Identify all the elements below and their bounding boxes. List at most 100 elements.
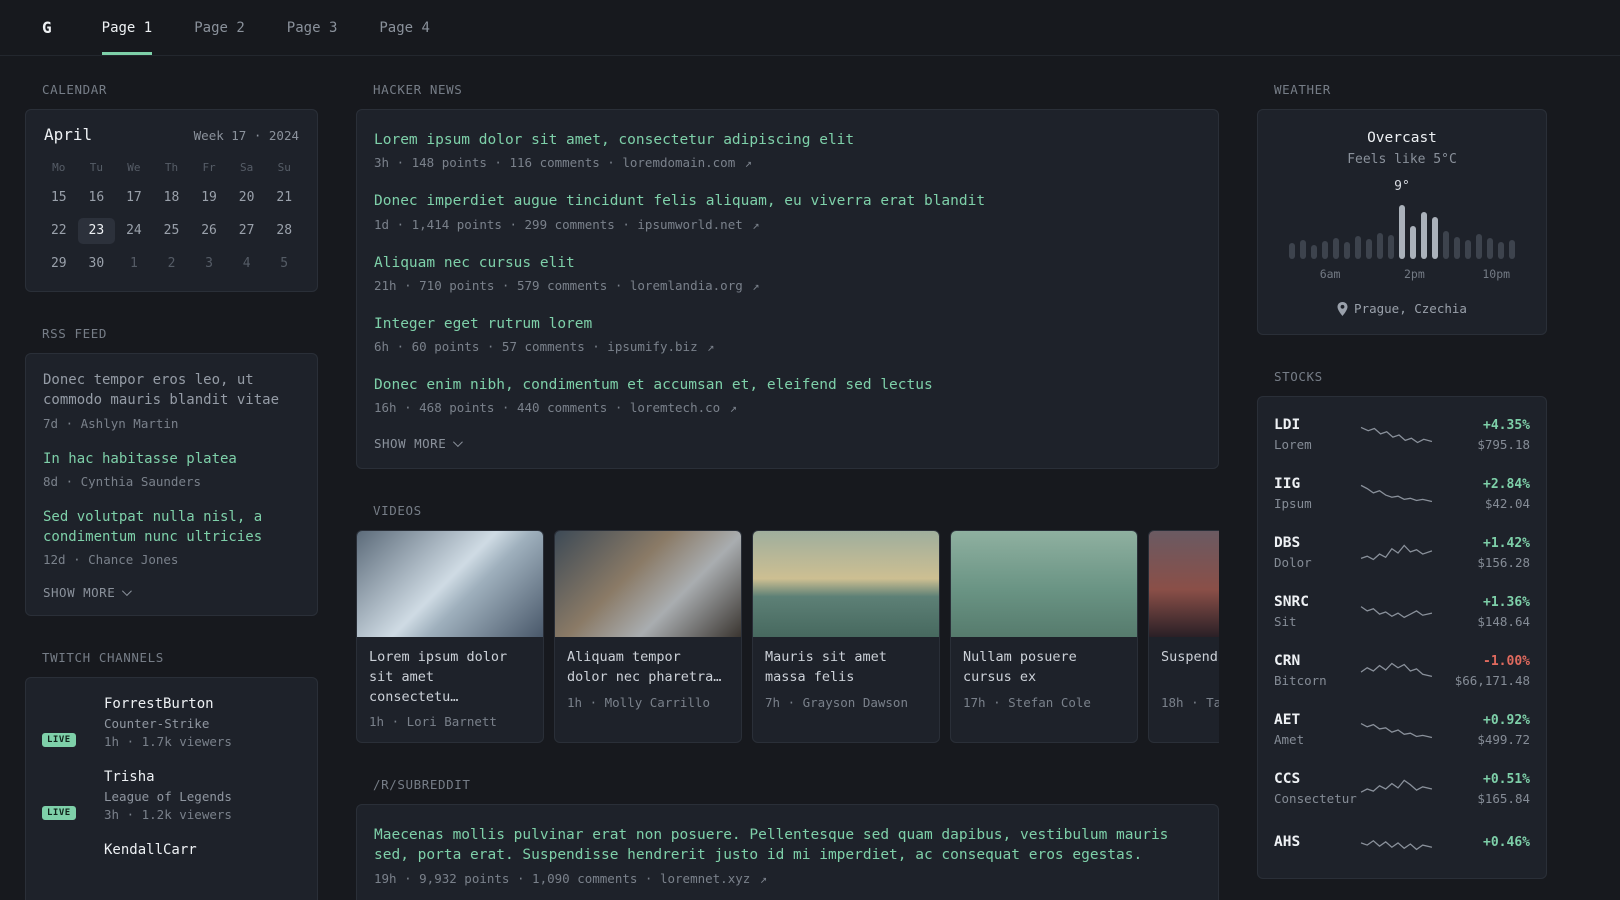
weather-bar bbox=[1333, 238, 1339, 259]
video-title: Mauris sit amet massa felis bbox=[765, 649, 887, 686]
avatar-wrap bbox=[43, 842, 89, 888]
weather-bar bbox=[1399, 205, 1405, 259]
calendar-day[interactable]: 17 bbox=[115, 185, 153, 211]
hn-show-more-button[interactable]: SHOW MORE bbox=[374, 436, 464, 452]
hn-item[interactable]: Lorem ipsum dolor sit amet, consectetur … bbox=[374, 130, 1201, 170]
videos-section-title: VIDEOS bbox=[373, 503, 422, 519]
twitch-channel[interactable]: KendallCarr bbox=[43, 842, 300, 888]
app-logo[interactable]: G bbox=[42, 0, 52, 55]
channel-name: ForrestBurton bbox=[104, 696, 214, 713]
weather-axis-label: 2pm bbox=[1404, 267, 1425, 281]
videos-row: Lorem ipsum dolor sit amet consectetu… 1… bbox=[356, 530, 1219, 744]
twitch-channel[interactable]: LIVE ForrestBurton Counter-Strike 1h · 1… bbox=[40, 696, 300, 750]
right-column: WEATHER Overcast Feels like 5°C 9° 6am 2… bbox=[1257, 82, 1547, 900]
calendar-day[interactable]: 22 bbox=[40, 218, 78, 244]
video-card[interactable]: Mauris sit amet massa felis 7h · Grayson… bbox=[752, 530, 940, 744]
calendar-day[interactable]: 1 bbox=[115, 251, 153, 277]
weather-bar bbox=[1509, 240, 1515, 259]
twitch-channel[interactable]: LIVE Trisha League of Legends 3h · 1.2k … bbox=[40, 769, 300, 823]
stock-sparkline bbox=[1360, 605, 1433, 618]
stock-name: Consectetur bbox=[1274, 791, 1357, 806]
calendar-day[interactable]: 19 bbox=[190, 185, 228, 211]
tab-page-1[interactable]: Page 1 bbox=[101, 0, 153, 55]
calendar-day[interactable]: 5 bbox=[265, 251, 303, 277]
stock-ticker: AHS bbox=[1274, 834, 1301, 850]
calendar-weekday: Su bbox=[277, 161, 291, 174]
stock-row[interactable]: LDI Lorem +4.35% $795.18 bbox=[1274, 405, 1530, 464]
calendar-day[interactable]: 18 bbox=[153, 185, 191, 211]
tab-page-2[interactable]: Page 2 bbox=[194, 0, 245, 55]
weather-axis: 6am 2pm 10pm bbox=[1278, 267, 1526, 283]
stock-change: -1.00% bbox=[1483, 653, 1530, 669]
stock-row[interactable]: AET Amet +0.92% $499.72 bbox=[1274, 700, 1530, 759]
video-card[interactable]: Aliquam tempor dolor nec pharetra… 1h · … bbox=[554, 530, 742, 744]
hackernews-section-title: HACKER NEWS bbox=[373, 82, 463, 97]
video-card[interactable]: Lorem ipsum dolor sit amet consectetu… 1… bbox=[356, 530, 544, 744]
calendar-day[interactable]: 27 bbox=[228, 218, 266, 244]
page-tabs: Page 1 Page 2 Page 3 Page 4 bbox=[101, 0, 430, 55]
stock-sparkline bbox=[1360, 722, 1433, 738]
calendar-day[interactable]: 29 bbox=[40, 251, 78, 277]
hn-item[interactable]: Donec imperdiet augue tincidunt felis al… bbox=[374, 191, 1201, 231]
calendar-day[interactable]: 25 bbox=[153, 218, 191, 244]
calendar-day[interactable]: 15 bbox=[40, 185, 78, 211]
calendar-day[interactable]: 21 bbox=[265, 185, 303, 211]
subreddit-post[interactable]: Maecenas mollis pulvinar erat non posuer… bbox=[374, 825, 1201, 886]
stock-row[interactable]: CCS Consectetur +0.51% $165.84 bbox=[1274, 759, 1530, 818]
calendar-day[interactable]: 23 bbox=[77, 218, 116, 244]
calendar-day[interactable]: 3 bbox=[190, 251, 228, 277]
rss-show-more-label: SHOW MORE bbox=[43, 585, 116, 601]
calendar-day[interactable]: 16 bbox=[78, 185, 116, 211]
calendar-day[interactable]: 26 bbox=[190, 218, 228, 244]
stock-ticker: SNRC bbox=[1274, 594, 1309, 610]
stock-row[interactable]: SNRC Sit +1.36% $148.64 bbox=[1274, 582, 1530, 641]
calendar-header: April Week 17 · 2024 bbox=[40, 125, 303, 144]
calendar-day[interactable]: 28 bbox=[265, 218, 303, 244]
rss-show-more-button[interactable]: SHOW MORE bbox=[43, 585, 133, 601]
hn-item[interactable]: Integer eget rutrum lorem 6h · 60 points… bbox=[374, 314, 1201, 354]
video-title: Nullam posuere cursus ex bbox=[963, 649, 1077, 686]
hackernews-widget: HACKER NEWS Lorem ipsum dolor sit amet, … bbox=[356, 82, 1219, 470]
tab-page-4[interactable]: Page 4 bbox=[379, 0, 430, 55]
channel-game: Counter-Strike bbox=[104, 716, 210, 732]
stock-change: +0.46% bbox=[1483, 834, 1530, 850]
calendar-day[interactable]: 24 bbox=[115, 218, 153, 244]
weather-bar bbox=[1344, 242, 1350, 259]
hn-item-meta: 21h · 710 points · 579 comments · loreml… bbox=[374, 277, 760, 293]
stock-row[interactable]: DBS Dolor +1.42% $156.28 bbox=[1274, 523, 1530, 582]
left-column: CALENDAR April Week 17 · 2024 Mo Tu We Th Fr… bbox=[25, 82, 318, 900]
hn-item[interactable]: Donec enim nibh, condimentum et accumsan… bbox=[374, 375, 1201, 415]
video-card[interactable]: Suspendisse diam 18h · Tara bbox=[1148, 530, 1219, 744]
stock-row[interactable]: IIG Ipsum +2.84% $42.04 bbox=[1274, 464, 1530, 523]
calendar-day[interactable]: 4 bbox=[228, 251, 266, 277]
subreddit-widget: /R/SUBREDDIT Maecenas mollis pulvinar er… bbox=[356, 777, 1219, 900]
video-meta: 1h · Molly Carrillo bbox=[567, 695, 710, 711]
twitch-widget: TWITCH CHANNELS LIVE ForrestBurton Count… bbox=[25, 650, 318, 900]
stock-row[interactable]: AHS +0.46% bbox=[1274, 818, 1530, 870]
subreddit-card: Maecenas mollis pulvinar erat non posuer… bbox=[356, 804, 1219, 900]
stock-price: $148.64 bbox=[1477, 613, 1530, 629]
stock-change: +2.84% bbox=[1483, 476, 1530, 492]
stock-change: +4.35% bbox=[1483, 417, 1530, 433]
rss-item[interactable]: Sed volutpat nulla nisl, a condimentum n… bbox=[43, 507, 300, 568]
hn-item[interactable]: Aliquam nec cursus elit 21h · 710 points… bbox=[374, 253, 1201, 293]
calendar-month: April bbox=[44, 125, 93, 144]
calendar-day[interactable]: 2 bbox=[153, 251, 191, 277]
video-card[interactable]: Nullam posuere cursus ex 17h · Stefan Co… bbox=[950, 530, 1138, 744]
calendar-day[interactable]: 20 bbox=[228, 185, 266, 211]
video-thumbnail bbox=[357, 531, 543, 638]
rss-item[interactable]: In hac habitasse platea 8d · Cynthia Sau… bbox=[43, 449, 300, 489]
stock-change: +1.36% bbox=[1483, 594, 1530, 610]
channel-viewers: 3h · 1.2k viewers bbox=[104, 807, 232, 823]
rss-item[interactable]: Donec tempor eros leo, ut commodo mauris… bbox=[43, 370, 300, 431]
tab-page-3[interactable]: Page 3 bbox=[287, 0, 338, 55]
weather-feels-like: Feels like 5°C bbox=[1347, 152, 1457, 167]
stock-row[interactable]: CRN Bitcorn -1.00% $66,171.48 bbox=[1274, 641, 1530, 700]
hn-show-more-label: SHOW MORE bbox=[374, 436, 447, 452]
stock-ticker: DBS bbox=[1274, 535, 1301, 551]
stock-price: $795.18 bbox=[1477, 436, 1530, 452]
calendar-weekday: Tu bbox=[89, 161, 103, 174]
calendar-day[interactable]: 30 bbox=[78, 251, 116, 277]
stock-sparkline bbox=[1360, 779, 1433, 793]
calendar-widget: CALENDAR April Week 17 · 2024 Mo Tu We Th Fr… bbox=[25, 82, 318, 292]
